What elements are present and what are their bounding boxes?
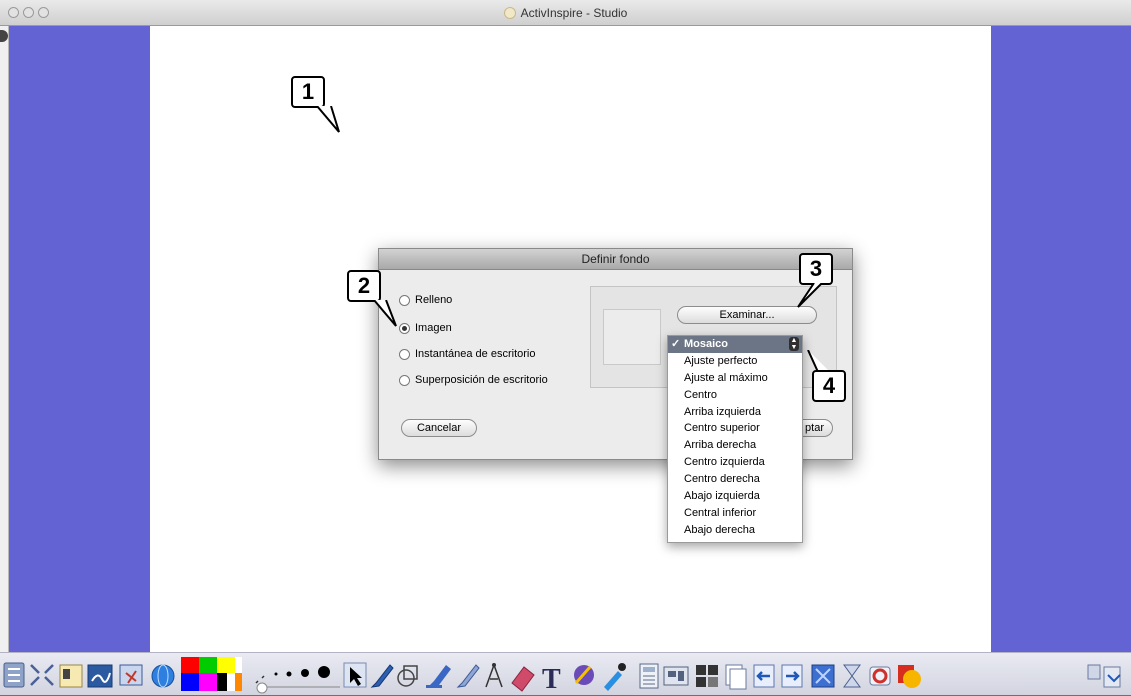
menu-item-bottom-right[interactable]: Abajo derecha [668, 522, 802, 539]
radio-icon[interactable] [399, 348, 410, 360]
window-title-text: ActivInspire - Studio [520, 6, 628, 20]
refresh-icon[interactable] [869, 666, 891, 686]
pen-width-slider[interactable] [255, 666, 340, 694]
toolbar-icons: T [3, 657, 1121, 695]
callout-3: 3 [799, 253, 833, 285]
fullscreen-icon[interactable] [30, 664, 54, 686]
tools-icon[interactable] [843, 664, 861, 688]
checkmark-icon: ✓ [671, 338, 681, 350]
connector-icon[interactable] [485, 662, 503, 688]
window-titlebar: ActivInspire - Studio [0, 0, 1131, 26]
menu-item-top-left[interactable]: Arriba izquierda [668, 404, 802, 421]
callout-3-pointer [797, 283, 823, 308]
app-icon [503, 7, 516, 19]
color-icon[interactable] [898, 665, 921, 688]
previous-page-icon[interactable] [753, 664, 775, 688]
menu-item-max-fit[interactable]: Ajuste al máximo [668, 370, 802, 387]
menu-item-tile[interactable]: ✓ Mosaico ▲ ▼ [668, 336, 802, 353]
color-green[interactable] [199, 657, 217, 673]
callout-2: 2 [347, 270, 381, 302]
cancel-button[interactable]: Cancelar [401, 419, 477, 437]
option-fill[interactable]: Relleno [399, 294, 452, 306]
highlighter-icon[interactable] [426, 665, 451, 688]
option-label: Imagen [415, 322, 452, 334]
clear-icon[interactable] [696, 665, 718, 687]
color-blue[interactable] [181, 673, 199, 691]
color-white[interactable] [227, 673, 235, 691]
option-label: Relleno [415, 294, 453, 306]
menu-item-perfect-fit[interactable]: Ajuste perfecto [668, 353, 802, 370]
color-red[interactable] [181, 657, 199, 673]
fit-mode-dropdown[interactable]: ✓ Mosaico ▲ ▼ Ajuste perfecto Ajuste al m… [667, 335, 803, 543]
option-label: Superposición de escritorio [415, 374, 548, 386]
window-title: ActivInspire - Studio [0, 0, 1131, 26]
menu-item-center-left[interactable]: Centro izquierda [668, 454, 802, 471]
desktop-tools-icon[interactable] [119, 664, 143, 686]
flipchart-icon[interactable] [59, 664, 83, 688]
callout-number: 2 [357, 273, 371, 298]
radio-icon[interactable] [399, 374, 410, 386]
menu-icon[interactable] [3, 662, 25, 688]
fill-icon[interactable] [574, 665, 594, 685]
color-black[interactable] [217, 673, 227, 691]
browser-icon[interactable] [151, 664, 175, 688]
color-magenta[interactable] [199, 673, 217, 691]
callout-2-pointer [373, 300, 397, 327]
pen-icon[interactable] [370, 664, 394, 688]
left-panel-strip[interactable] [0, 26, 9, 652]
menu-item-bottom-center[interactable]: Central inferior [668, 505, 802, 522]
reset-icon[interactable] [811, 664, 835, 688]
color-white-small[interactable] [235, 657, 242, 673]
dock-icon[interactable] [1087, 664, 1121, 688]
eyedropper-icon[interactable] [604, 663, 626, 691]
magic-ink-icon[interactable] [456, 664, 480, 688]
image-preview [603, 309, 661, 365]
option-desktop-overlay[interactable]: Superposición de escritorio [399, 374, 548, 386]
menu-item-top-center[interactable]: Centro superior [668, 420, 802, 437]
select-icon[interactable] [343, 662, 367, 688]
dialog-title: Definir fondo [379, 249, 852, 270]
callout-number: 1 [301, 79, 315, 104]
stepper-arrows-icon[interactable]: ▲ ▼ [789, 337, 799, 351]
option-label: Instantánea de escritorio [415, 348, 536, 360]
option-image[interactable]: Imagen [399, 322, 452, 334]
callout-1-pointer [316, 106, 340, 133]
main-toolbar: T [0, 652, 1131, 695]
color-palette[interactable] [181, 657, 242, 691]
desktop-annotate-icon[interactable] [87, 664, 113, 688]
menu-item-bottom-left[interactable]: Abajo izquierda [668, 488, 802, 505]
callout-1: 1 [291, 76, 325, 108]
callout-number: 4 [822, 373, 836, 398]
option-desktop-snapshot[interactable]: Instantánea de escritorio [399, 348, 535, 360]
color-yellow[interactable] [217, 657, 235, 673]
calculator-icon[interactable] [639, 663, 659, 689]
menu-item-center-right[interactable]: Centro derecha [668, 471, 802, 488]
page-icon[interactable] [725, 664, 747, 690]
panel-toggle-icon[interactable] [0, 30, 8, 42]
callout-4: 4 [812, 370, 846, 402]
menu-item-label: Mosaico [684, 338, 729, 350]
callout-number: 3 [809, 256, 823, 281]
eraser-icon[interactable] [511, 666, 535, 692]
next-page-icon[interactable] [781, 664, 803, 688]
text-icon[interactable]: T [542, 664, 561, 695]
color-orange[interactable] [235, 673, 242, 691]
shape-icon[interactable] [397, 665, 418, 687]
menu-item-top-right[interactable]: Arriba derecha [668, 437, 802, 454]
svg-text:T: T [542, 664, 561, 695]
camera-icon[interactable] [663, 666, 689, 686]
menu-item-center[interactable]: Centro [668, 387, 802, 404]
